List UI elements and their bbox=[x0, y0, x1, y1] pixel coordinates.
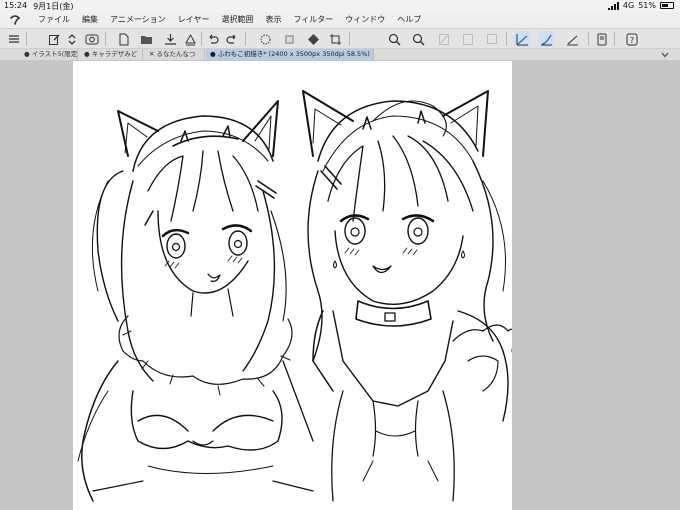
lasso-icon[interactable] bbox=[84, 31, 100, 47]
canvas-workspace[interactable] bbox=[0, 60, 680, 510]
toolbar-separator bbox=[614, 32, 615, 46]
document-tab-bar: ● イラスト5(限定 ● キャラデザみど ✕ るなたんなつ ● ふわもこ初描き*… bbox=[0, 49, 680, 60]
clip-studio-logo-icon[interactable] bbox=[8, 13, 22, 27]
menu-layer[interactable]: レイヤー bbox=[172, 12, 216, 28]
zoom-in-icon[interactable] bbox=[386, 31, 402, 47]
toolbar-separator bbox=[349, 32, 350, 46]
menu-filter[interactable]: フィルター bbox=[287, 12, 339, 28]
app-window: 15:24 9月1日(金) 4G 51% ファイル 編集 アニメーション レイヤ… bbox=[0, 0, 680, 510]
chevron-down-icon[interactable] bbox=[660, 50, 670, 59]
menu-bar: ファイル 編集 アニメーション レイヤー 選択範囲 表示 フィルター ウィンドウ… bbox=[0, 12, 680, 28]
toolbar-separator bbox=[588, 32, 589, 46]
toolbar-separator bbox=[105, 32, 106, 46]
transform-icon[interactable] bbox=[281, 31, 297, 47]
menu-icon[interactable] bbox=[6, 31, 22, 47]
brush-icon[interactable] bbox=[538, 31, 554, 47]
upload-icon[interactable] bbox=[182, 31, 198, 47]
menu-selection[interactable]: 選択範囲 bbox=[215, 12, 259, 28]
ruler-icon[interactable] bbox=[564, 31, 580, 47]
tab-illust5[interactable]: ● イラスト5(限定 bbox=[20, 49, 78, 60]
crop-icon[interactable] bbox=[327, 31, 343, 47]
toolbar-separator bbox=[245, 32, 246, 46]
sketch-artwork bbox=[77, 90, 512, 502]
tab-chara-design[interactable]: ● キャラデザみど bbox=[80, 49, 143, 60]
redo-icon[interactable] bbox=[224, 31, 240, 47]
disabled-icon[interactable] bbox=[436, 31, 452, 47]
fill-icon[interactable] bbox=[305, 31, 321, 47]
device-icon[interactable] bbox=[594, 31, 610, 47]
status-time: 15:24 bbox=[4, 1, 28, 10]
toolbar-separator bbox=[506, 32, 507, 46]
help-icon[interactable]: ? bbox=[624, 31, 640, 47]
menu-edit[interactable]: 編集 bbox=[76, 12, 104, 28]
tab-runatan[interactable]: ✕ るなたんなつ bbox=[145, 49, 205, 60]
arrows-icon[interactable] bbox=[64, 31, 80, 47]
menu-help[interactable]: ヘルプ bbox=[391, 12, 427, 28]
menu-view[interactable]: 表示 bbox=[259, 12, 287, 28]
toolbar-separator bbox=[26, 32, 27, 46]
tab-fuwamoko[interactable]: ● ふわもこ初描き* (2400 x 3500px 350dpi 58.5%) bbox=[206, 49, 374, 60]
pen-pressure-icon[interactable] bbox=[514, 31, 530, 47]
drawing-canvas[interactable] bbox=[73, 61, 512, 510]
new-page-icon[interactable] bbox=[116, 31, 132, 47]
svg-text:?: ? bbox=[630, 36, 634, 45]
open-folder-icon[interactable] bbox=[139, 31, 155, 47]
undo-icon[interactable] bbox=[205, 31, 221, 47]
menu-file[interactable]: ファイル bbox=[32, 12, 76, 28]
battery-level-fill bbox=[662, 4, 669, 7]
command-bar: ? bbox=[0, 28, 680, 49]
network-label: 4G bbox=[622, 1, 635, 10]
battery-icon bbox=[660, 2, 674, 9]
save-icon[interactable] bbox=[162, 31, 178, 47]
status-date: 9月1日(金) bbox=[33, 2, 74, 11]
menu-window[interactable]: ウィンドウ bbox=[339, 12, 391, 28]
status-bar: 15:24 9月1日(金) 4G 51% bbox=[0, 0, 680, 12]
square-icon[interactable] bbox=[484, 31, 500, 47]
sparkle-icon[interactable] bbox=[257, 31, 273, 47]
invert-icon[interactable] bbox=[460, 31, 476, 47]
menu-animation[interactable]: アニメーション bbox=[104, 12, 172, 28]
zoom-out-icon[interactable] bbox=[410, 31, 426, 47]
new-canvas-icon[interactable] bbox=[46, 31, 62, 47]
battery-percent: 51% bbox=[638, 1, 656, 10]
signal-icon bbox=[607, 1, 619, 10]
toolbar-separator bbox=[201, 32, 202, 46]
